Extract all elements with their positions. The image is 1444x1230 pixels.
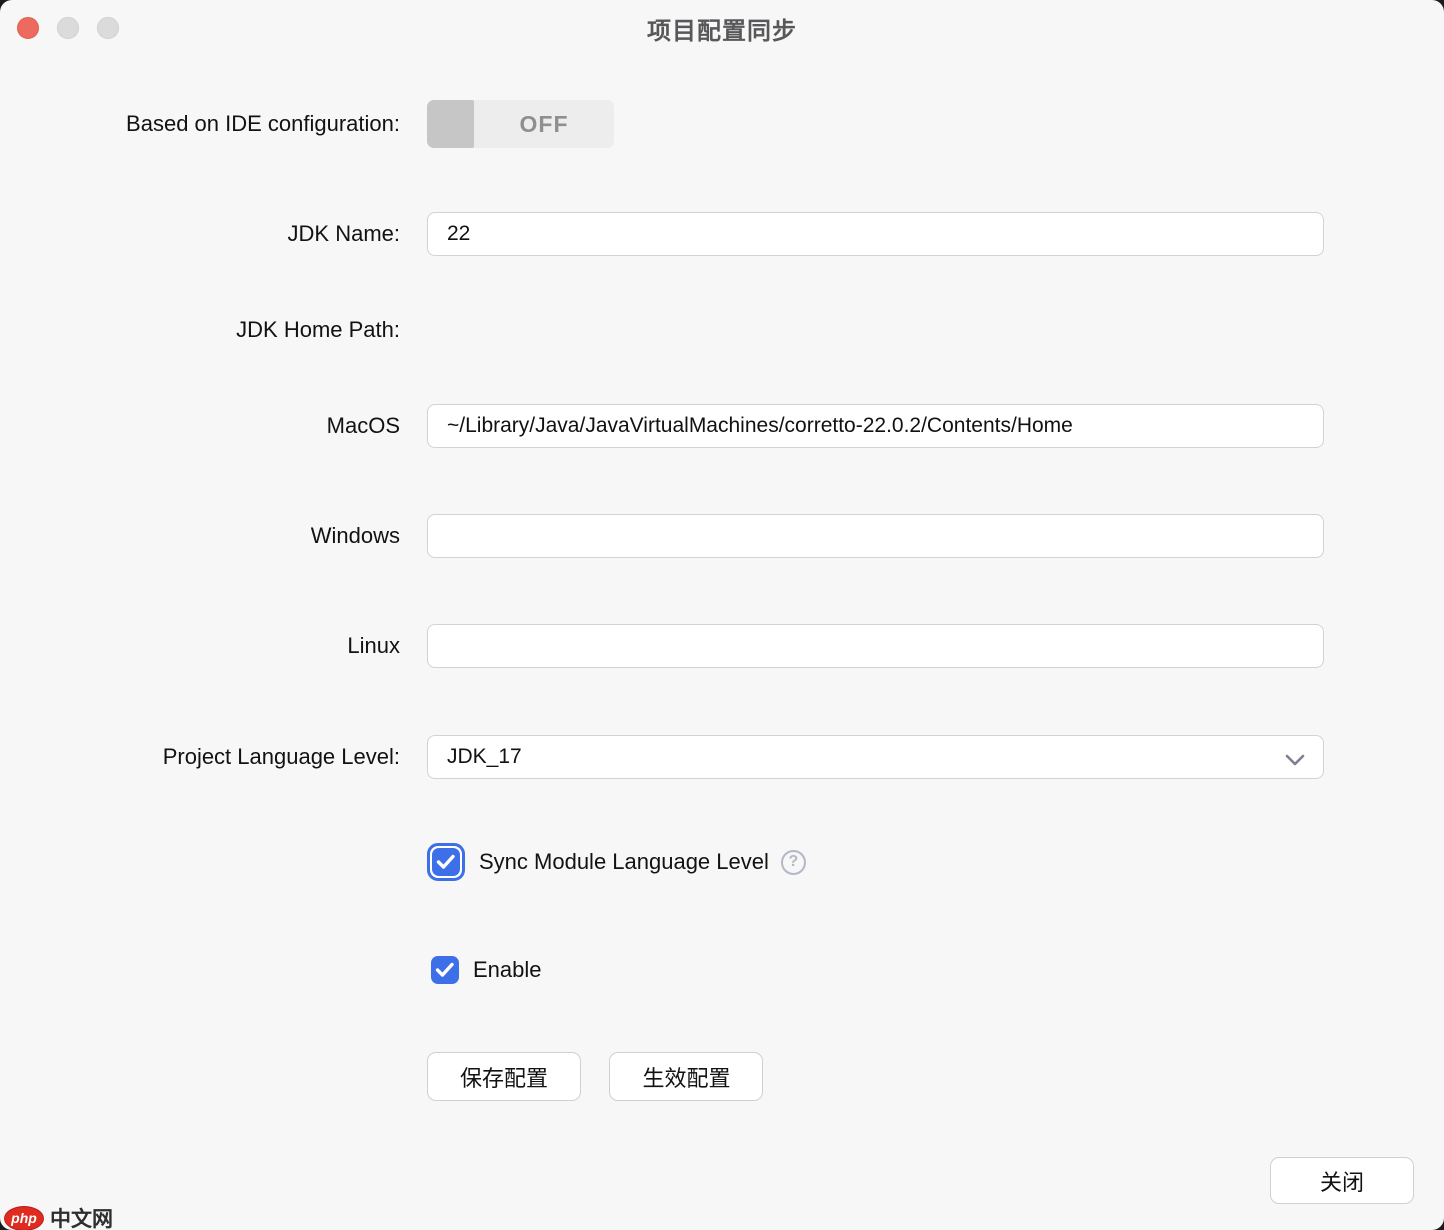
row-ide-configuration: Based on IDE configuration: OFF [0,100,1444,148]
row-enable: Enable [0,954,1444,986]
jdk-home-path-label: JDK Home Path: [0,317,400,343]
checkmark-icon [432,848,460,876]
enable-checkbox[interactable] [431,956,459,984]
language-level-select[interactable]: JDK_17 [427,735,1324,779]
row-actions: 保存配置 生效配置 [0,1052,1444,1101]
watermark: php 中文网 [4,1203,113,1230]
help-icon[interactable]: ? [781,850,806,875]
linux-label: Linux [0,633,400,659]
save-config-button[interactable]: 保存配置 [427,1052,581,1101]
jdk-name-label: JDK Name: [0,221,400,247]
windows-label: Windows [0,523,400,549]
row-sync-module: Sync Module Language Level ? [0,842,1444,882]
language-level-label: Project Language Level: [0,744,400,770]
row-linux-path: Linux [0,624,1444,668]
checkmark-icon [435,962,455,978]
minimize-window-button[interactable] [57,17,79,39]
windows-path-input[interactable] [427,514,1324,558]
language-level-value: JDK_17 [447,745,522,769]
close-window-button[interactable] [17,17,39,39]
titlebar: 项目配置同步 [0,0,1444,56]
macos-label: MacOS [0,413,400,439]
sync-module-label: Sync Module Language Level [479,849,769,875]
jdk-name-input[interactable] [427,212,1324,256]
linux-path-input[interactable] [427,624,1324,668]
ide-configuration-label: Based on IDE configuration: [0,111,400,137]
enable-label: Enable [473,957,542,983]
row-language-level: Project Language Level: JDK_17 [0,735,1444,779]
chevron-down-icon [1284,749,1306,773]
toggle-knob [427,100,474,148]
row-jdk-name: JDK Name: [0,212,1444,256]
window-title: 项目配置同步 [647,11,797,46]
macos-path-input[interactable] [427,404,1324,448]
row-jdk-home-path: JDK Home Path: [0,308,1444,352]
php-logo: php [4,1206,44,1230]
zoom-window-button[interactable] [97,17,119,39]
row-macos-path: MacOS [0,404,1444,448]
row-windows-path: Windows [0,514,1444,558]
sync-module-checkbox[interactable] [427,843,465,881]
watermark-text: 中文网 [50,1203,113,1230]
ide-configuration-toggle[interactable]: OFF [427,100,614,148]
toggle-state-label: OFF [474,111,614,138]
traffic-lights [17,17,119,39]
apply-config-button[interactable]: 生效配置 [609,1052,763,1101]
dialog-window: 项目配置同步 Based on IDE configuration: OFF J… [0,0,1444,1230]
close-button[interactable]: 关闭 [1270,1157,1414,1204]
